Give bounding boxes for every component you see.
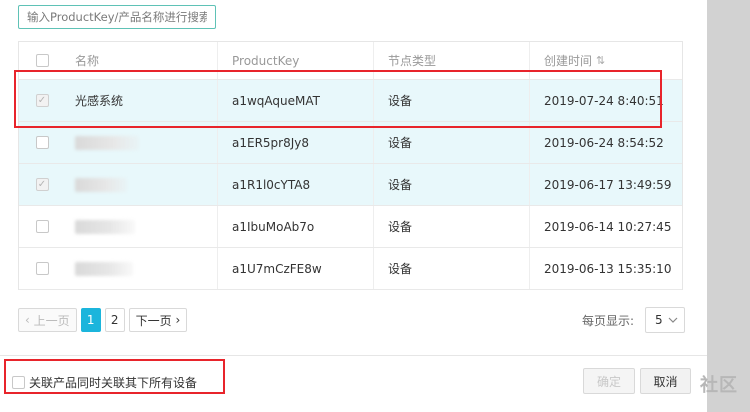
- created-time: 2019-06-14 10:27:45: [529, 206, 684, 247]
- background-overlay: [707, 0, 750, 412]
- search-box[interactable]: [18, 5, 216, 29]
- redacted-name: [75, 261, 133, 276]
- chevron-down-icon: [668, 317, 678, 323]
- table-row[interactable]: ✓ a1R1l0cYTA8 设备 2019-06-17 13:49:59: [19, 164, 682, 206]
- created-time: 2019-06-17 13:49:59: [529, 164, 684, 205]
- row-checkbox[interactable]: ✓: [35, 178, 49, 191]
- page-2-button[interactable]: 2: [104, 308, 125, 332]
- product-table: 名称 ProductKey 节点类型 创建时间 ⇅ ✓ 光感系统 a1wqAqu…: [18, 41, 683, 290]
- footer-divider: [0, 355, 707, 356]
- node-type: 设备: [373, 206, 529, 247]
- product-key: a1wqAqueMAT: [217, 80, 373, 121]
- chevron-left-icon: ‹: [25, 313, 30, 327]
- table-row[interactable]: ✓ 光感系统 a1wqAqueMAT 设备 2019-07-24 8:40:51: [19, 80, 682, 122]
- node-type: 设备: [373, 122, 529, 163]
- product-key: a1IbuMoAb7o: [217, 206, 373, 247]
- product-key: a1ER5pr8Jy8: [217, 122, 373, 163]
- created-time: 2019-06-24 8:54:52: [529, 122, 684, 163]
- cancel-button[interactable]: 取消: [640, 368, 691, 394]
- node-type: 设备: [373, 164, 529, 205]
- per-page-value: 5: [655, 313, 663, 327]
- associate-devices-label: 关联产品同时关联其下所有设备: [29, 376, 198, 390]
- pagination: ‹ 上一页 1 2 下一页 ›: [18, 308, 188, 332]
- row-checkbox[interactable]: ✓: [35, 94, 49, 107]
- column-header-created-time[interactable]: 创建时间 ⇅: [529, 42, 684, 79]
- column-header-created-time-label: 创建时间: [544, 54, 593, 68]
- watermark-text: 社区: [700, 375, 738, 396]
- created-time: 2019-06-13 15:35:10: [529, 248, 684, 289]
- product-key: a1R1l0cYTA8: [217, 164, 373, 205]
- prev-page-button[interactable]: ‹ 上一页: [18, 308, 77, 332]
- select-all-checkbox[interactable]: [35, 54, 49, 67]
- redacted-name: [75, 135, 139, 150]
- node-type: 设备: [373, 80, 529, 121]
- row-checkbox[interactable]: [35, 136, 49, 149]
- redacted-name: [75, 219, 135, 234]
- product-key: a1U7mCzFE8w: [217, 248, 373, 289]
- created-time: 2019-07-24 8:40:51: [529, 80, 684, 121]
- product-name: 光感系统: [75, 94, 124, 108]
- dialog: 名称 ProductKey 节点类型 创建时间 ⇅ ✓ 光感系统 a1wqAqu…: [0, 0, 707, 412]
- column-header-name: 名称: [75, 54, 100, 68]
- chevron-right-icon: ›: [175, 313, 181, 327]
- next-page-button[interactable]: 下一页 ›: [128, 308, 188, 332]
- row-checkbox[interactable]: [35, 262, 49, 275]
- page-1-button[interactable]: 1: [80, 308, 101, 332]
- column-header-productkey: ProductKey: [217, 42, 373, 79]
- search-input[interactable]: [19, 6, 215, 28]
- sort-icon[interactable]: ⇅: [596, 54, 605, 67]
- associate-devices-checkbox[interactable]: [12, 376, 25, 389]
- column-header-node-type: 节点类型: [373, 42, 529, 79]
- table-header: 名称 ProductKey 节点类型 创建时间 ⇅: [19, 42, 682, 80]
- node-type: 设备: [373, 248, 529, 289]
- table-row[interactable]: a1IbuMoAb7o 设备 2019-06-14 10:27:45: [19, 206, 682, 248]
- row-checkbox[interactable]: [35, 220, 49, 233]
- ok-button[interactable]: 确定: [583, 368, 635, 394]
- redacted-name: [75, 177, 127, 192]
- per-page-label: 每页显示:: [582, 314, 635, 328]
- table-row[interactable]: a1U7mCzFE8w 设备 2019-06-13 15:35:10: [19, 248, 682, 290]
- associate-devices-option[interactable]: 关联产品同时关联其下所有设备: [12, 374, 197, 391]
- table-row[interactable]: a1ER5pr8Jy8 设备 2019-06-24 8:54:52: [19, 122, 682, 164]
- per-page-select[interactable]: 5: [645, 307, 685, 333]
